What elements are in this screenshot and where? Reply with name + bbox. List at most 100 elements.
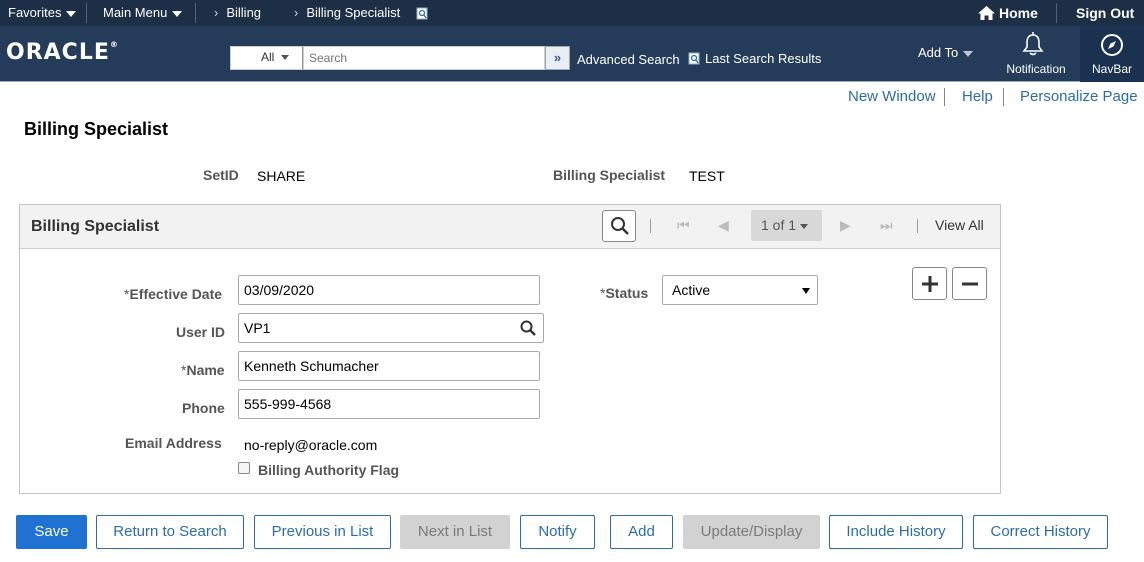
- search-page-icon[interactable]: [416, 7, 428, 20]
- home-icon: [978, 6, 995, 20]
- bell-icon: [1022, 32, 1044, 56]
- status-label-text: Status: [605, 285, 649, 301]
- double-chevron-right-icon: »: [553, 50, 562, 65]
- last-search-results-label: Last Search Results: [705, 51, 822, 66]
- breadcrumb-chevron-icon: ›: [214, 5, 219, 20]
- setid-value: SHARE: [257, 168, 306, 184]
- help-link[interactable]: Help: [962, 88, 993, 105]
- status-value: Active: [672, 282, 711, 298]
- favorites-label: Favorites: [8, 5, 62, 20]
- status-label: *Status: [600, 285, 648, 301]
- lookup-search-icon[interactable]: [520, 320, 536, 336]
- previous-in-list-button[interactable]: Previous in List: [254, 515, 391, 549]
- phone-field[interactable]: 555-999-4568: [238, 389, 540, 419]
- chevron-down-icon: [66, 10, 77, 17]
- breadcrumb-label: Billing Specialist: [306, 5, 401, 20]
- sign-out-link[interactable]: Sign Out: [1076, 0, 1134, 26]
- next-in-list-button[interactable]: Next in List: [400, 515, 510, 549]
- last-row-icon[interactable]: ⏭: [880, 217, 893, 234]
- breadcrumb-billing-specialist[interactable]: › Billing Specialist: [294, 0, 428, 26]
- effective-date-field[interactable]: 03/09/2020: [238, 275, 540, 305]
- search-category-value: All: [261, 50, 275, 64]
- group-title: Billing Specialist: [31, 218, 160, 235]
- group-header: Billing Specialist ⏮ ◀ 1 of 1 ▶ ⏭ View A…: [20, 205, 1000, 249]
- home-link[interactable]: Home: [978, 0, 1038, 26]
- search-results-icon: [688, 52, 700, 65]
- personalize-page-link[interactable]: Personalize Page: [1020, 88, 1138, 105]
- search-category-select[interactable]: All: [230, 46, 303, 70]
- last-search-results-link[interactable]: Last Search Results: [688, 51, 821, 66]
- navbar-label: NavBar: [1091, 62, 1132, 76]
- logo-text: ORACLE: [6, 40, 110, 65]
- add-to-label: Add To: [918, 45, 959, 60]
- new-window-link[interactable]: New Window: [848, 88, 936, 105]
- first-row-icon[interactable]: ⏮: [677, 217, 690, 234]
- logo-registered-mark: ®: [109, 40, 119, 49]
- notification-label: Notification: [1006, 62, 1066, 76]
- favorites-menu[interactable]: Favorites: [8, 0, 77, 26]
- search-go-button[interactable]: »: [545, 46, 570, 70]
- main-menu[interactable]: Main Menu: [103, 0, 183, 26]
- name-label-text: Name: [186, 362, 225, 378]
- user-id-field[interactable]: VP1: [238, 313, 544, 343]
- main-menu-label: Main Menu: [103, 5, 168, 20]
- oracle-logo: ORACLE®: [6, 40, 119, 65]
- chevron-down-icon: [800, 223, 809, 229]
- view-all-link[interactable]: View All: [935, 217, 984, 233]
- billing-authority-label: Billing Authority Flag: [258, 462, 400, 478]
- setid-label: SetID: [203, 167, 239, 183]
- email-address-value: no-reply@oracle.com: [244, 437, 378, 453]
- status-select[interactable]: Active: [662, 275, 818, 305]
- effective-date-label-text: Effective Date: [129, 286, 223, 302]
- divider: [650, 219, 651, 233]
- divider: [917, 219, 918, 233]
- divider: [1003, 88, 1004, 106]
- dropdown-arrow-icon: [802, 288, 810, 294]
- header-band: ORACLE® All » Advanced Search Last Searc…: [0, 26, 1144, 82]
- page-title: Billing Specialist: [24, 119, 169, 139]
- plus-icon: [922, 276, 938, 292]
- add-row-button[interactable]: [912, 267, 947, 300]
- update-display-button[interactable]: Update/Display: [683, 515, 820, 549]
- name-label: *Name: [181, 362, 225, 378]
- divider: [86, 3, 87, 23]
- phone-label: Phone: [182, 400, 225, 416]
- user-id-label: User ID: [176, 324, 226, 340]
- notification-button[interactable]: Notification: [996, 26, 1076, 82]
- navbar-button[interactable]: NavBar: [1080, 26, 1144, 82]
- save-button[interactable]: Save: [16, 515, 87, 549]
- billing-authority-checkbox[interactable]: [238, 462, 250, 474]
- minus-icon: [962, 282, 978, 286]
- top-navigation-bar: Favorites Main Menu › Billing › Billing Sp…: [0, 0, 1144, 26]
- divider: [944, 88, 945, 106]
- user-id-value: VP1: [244, 320, 271, 336]
- advanced-search-link[interactable]: Advanced Search: [577, 52, 680, 67]
- delete-row-button[interactable]: [952, 267, 987, 300]
- add-button[interactable]: Add: [610, 515, 673, 549]
- name-field[interactable]: Kenneth Schumacher: [238, 351, 540, 381]
- billing-specialist-label: Billing Specialist: [553, 167, 666, 183]
- chevron-down-icon: [963, 50, 974, 57]
- search-icon: [611, 217, 629, 235]
- include-history-button[interactable]: Include History: [829, 515, 963, 549]
- add-to-menu[interactable]: Add To: [918, 45, 974, 60]
- notify-button[interactable]: Notify: [520, 515, 595, 549]
- breadcrumb-chevron-icon: ›: [294, 5, 299, 20]
- find-button[interactable]: [602, 210, 636, 242]
- breadcrumb-label: Billing: [226, 5, 262, 20]
- chevron-down-icon: [281, 55, 290, 61]
- pager-value: 1 of 1: [761, 217, 797, 233]
- row-pager-select[interactable]: 1 of 1: [751, 210, 822, 241]
- billing-specialist-value: TEST: [689, 168, 725, 184]
- return-to-search-button[interactable]: Return to Search: [96, 515, 244, 549]
- breadcrumb-billing[interactable]: › Billing: [214, 0, 261, 26]
- previous-row-icon[interactable]: ◀: [718, 217, 729, 234]
- effective-date-label: *Effective Date: [124, 286, 222, 302]
- email-address-label: Email Address: [125, 435, 222, 451]
- home-label: Home: [999, 5, 1038, 21]
- search-input[interactable]: [303, 46, 545, 70]
- chevron-down-icon: [172, 10, 183, 17]
- correct-history-button[interactable]: Correct History: [973, 515, 1108, 549]
- divider: [1056, 3, 1057, 23]
- next-row-icon[interactable]: ▶: [840, 217, 851, 234]
